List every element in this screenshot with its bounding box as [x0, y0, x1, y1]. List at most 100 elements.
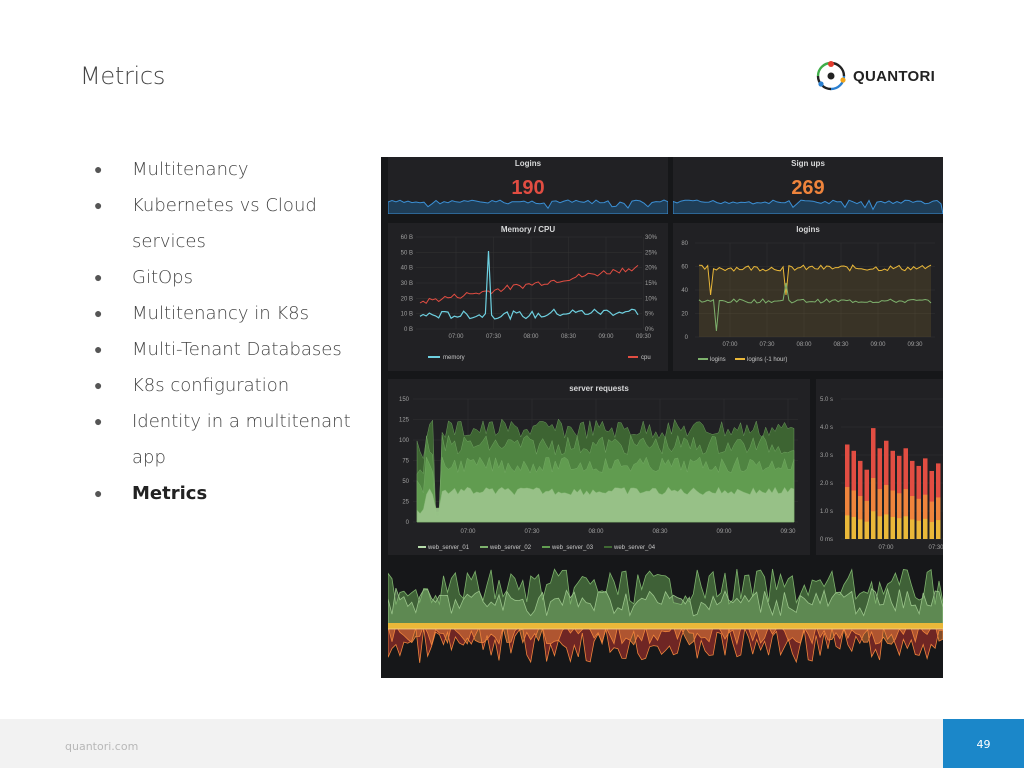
latency-bar-segment — [897, 518, 902, 539]
x-tick-label: 08:30 — [561, 334, 577, 340]
y-tick-label: 100 — [399, 438, 410, 444]
quantori-logo-icon — [816, 61, 846, 91]
x-tick-label: 07:00 — [878, 545, 894, 551]
logins-graph: 80 60 40 20 0 07:00 07:30 08:00 08:30 09:00 09:30 l… — [681, 241, 935, 363]
y-tick-label: 150 — [399, 397, 410, 403]
y-tick-label-right: 15% — [645, 281, 658, 287]
y-tick-label: 0 — [685, 335, 689, 341]
quantori-logo: QUANTORI — [815, 60, 935, 92]
y-tick-label: 25 — [402, 500, 409, 506]
latency-bar-segment — [877, 516, 882, 539]
x-tick-label: 08:00 — [588, 529, 604, 535]
latency-bar-segment — [851, 516, 856, 539]
latency-bar-segment — [923, 518, 928, 539]
bullet-text: K8s configuration — [132, 375, 290, 396]
x-tick-label: 09:30 — [636, 334, 652, 340]
y-tick-label: 20 B — [401, 296, 413, 302]
legend-label: web_server_02 — [489, 545, 532, 551]
y-tick-label-right: 30% — [645, 235, 658, 241]
bullet-item: ● Multi-Tenant Databases — [92, 332, 362, 368]
latency-bar-segment — [864, 521, 869, 539]
bullet-dot-icon: ● — [94, 378, 103, 394]
latency-bar-graph: 5.0 s 4.0 s 3.0 s 2.0 s 1.0 s 0 ms 07:00 07:30 — [820, 397, 943, 551]
x-tick-label: 09:30 — [780, 529, 796, 535]
page-number-box: 49 — [943, 719, 1024, 768]
x-tick-label: 07:30 — [486, 334, 502, 340]
cpu-series-line — [419, 265, 639, 305]
x-tick-label: 09:00 — [598, 334, 614, 340]
y-tick-label-right: 25% — [645, 250, 658, 256]
x-tick-label: 08:30 — [652, 529, 668, 535]
logins-prev-area — [699, 265, 931, 337]
latency-bar-segment — [910, 519, 915, 539]
y-tick-label: 5.0 s — [820, 397, 833, 403]
bullet-dot-icon: ● — [94, 162, 103, 178]
wave-band — [388, 623, 943, 629]
y-tick-label: 30 B — [401, 281, 413, 287]
bullet-dot-icon: ● — [94, 198, 103, 214]
x-tick-label: 07:00 — [448, 334, 464, 340]
bullet-text: app — [132, 447, 166, 468]
y-tick-label: 60 B — [401, 235, 413, 241]
latency-bar-segment — [871, 511, 876, 539]
signups-sparkline — [673, 199, 943, 214]
y-tick-label: 10 B — [401, 312, 413, 318]
signups-stat-panel: Sign ups 269 — [673, 157, 943, 214]
y-tick-label-right: 0% — [645, 327, 654, 333]
y-tick-label: 4.0 s — [820, 425, 833, 431]
bullet-item: ● Multitenancy in K8s — [92, 296, 362, 332]
bullet-text: Multitenancy — [132, 159, 249, 180]
bullet-item: ● Multitenancy — [92, 152, 362, 188]
bottom-waves-panel — [388, 557, 943, 678]
x-tick-label: 09:00 — [870, 342, 886, 348]
legend-label: web_server_04 — [613, 545, 656, 551]
y-tick-label: 0 — [406, 520, 410, 526]
bullet-item: ● Kubernetes vs Cloud services — [92, 188, 362, 260]
y-tick-label: 20 — [681, 312, 688, 318]
legend-label: web_server_01 — [427, 545, 470, 551]
x-tick-label: 07:30 — [759, 342, 775, 348]
bullet-dot-icon: ● — [94, 342, 103, 358]
x-tick-label: 07:30 — [928, 545, 943, 551]
legend-label: cpu — [641, 355, 651, 361]
latency-bar-segment — [884, 514, 889, 539]
bullet-item: ● GitOps — [92, 260, 362, 296]
y-tick-label: 3.0 s — [820, 453, 833, 459]
page-number: 49 — [976, 738, 991, 751]
latency-bar-segment — [916, 520, 921, 539]
footer-bar — [0, 719, 1024, 768]
x-tick-label: 08:00 — [796, 342, 812, 348]
latency-bar-segment — [858, 519, 863, 539]
footer-site: quantori.com — [65, 740, 139, 753]
x-tick-label: 08:30 — [833, 342, 849, 348]
bullet-item: ● Metrics — [92, 476, 362, 512]
y-tick-label: 50 B — [401, 250, 413, 256]
y-tick-label: 0 ms — [820, 537, 833, 543]
legend-label: logins — [710, 357, 726, 363]
y-tick-label-right: 5% — [645, 312, 654, 318]
server-requests-panel: server requests 150 125 100 75 50 25 0 07:00 07:… — [388, 379, 810, 555]
latency-panel: 5.0 s 4.0 s 3.0 s 2.0 s 1.0 s 0 ms 07:00 07:30 — [816, 379, 943, 555]
bullet-item: ● K8s configuration — [92, 368, 362, 404]
memory-cpu-panel: Memory / CPU 60 B 30% 50 B 25% 40 B 20% 30 B 15… — [388, 223, 668, 371]
latency-bar-segment — [936, 520, 941, 539]
bullet-text: Metrics — [132, 483, 208, 504]
x-tick-label: 09:00 — [716, 529, 732, 535]
bullet-item: ● Identity in a multitenant app — [92, 404, 362, 476]
y-tick-label: 60 — [681, 265, 688, 271]
latency-bar-segment — [890, 516, 895, 539]
wave-graph — [388, 568, 943, 664]
y-tick-label-right: 20% — [645, 266, 658, 272]
y-tick-label: 80 — [681, 241, 688, 247]
bullet-dot-icon: ● — [94, 486, 103, 502]
logins-sparkline — [388, 199, 668, 214]
y-tick-label: 2.0 s — [820, 481, 833, 487]
x-tick-label: 07:00 — [460, 529, 476, 535]
latency-bar-segment — [903, 516, 908, 539]
bullet-dot-icon: ● — [94, 414, 103, 430]
bullet-text: GitOps — [132, 267, 193, 288]
x-tick-label: 08:00 — [523, 334, 539, 340]
bullet-text: Multitenancy in K8s — [132, 303, 310, 324]
y-tick-label: 40 B — [401, 266, 413, 272]
bullet-text: services — [132, 231, 206, 252]
